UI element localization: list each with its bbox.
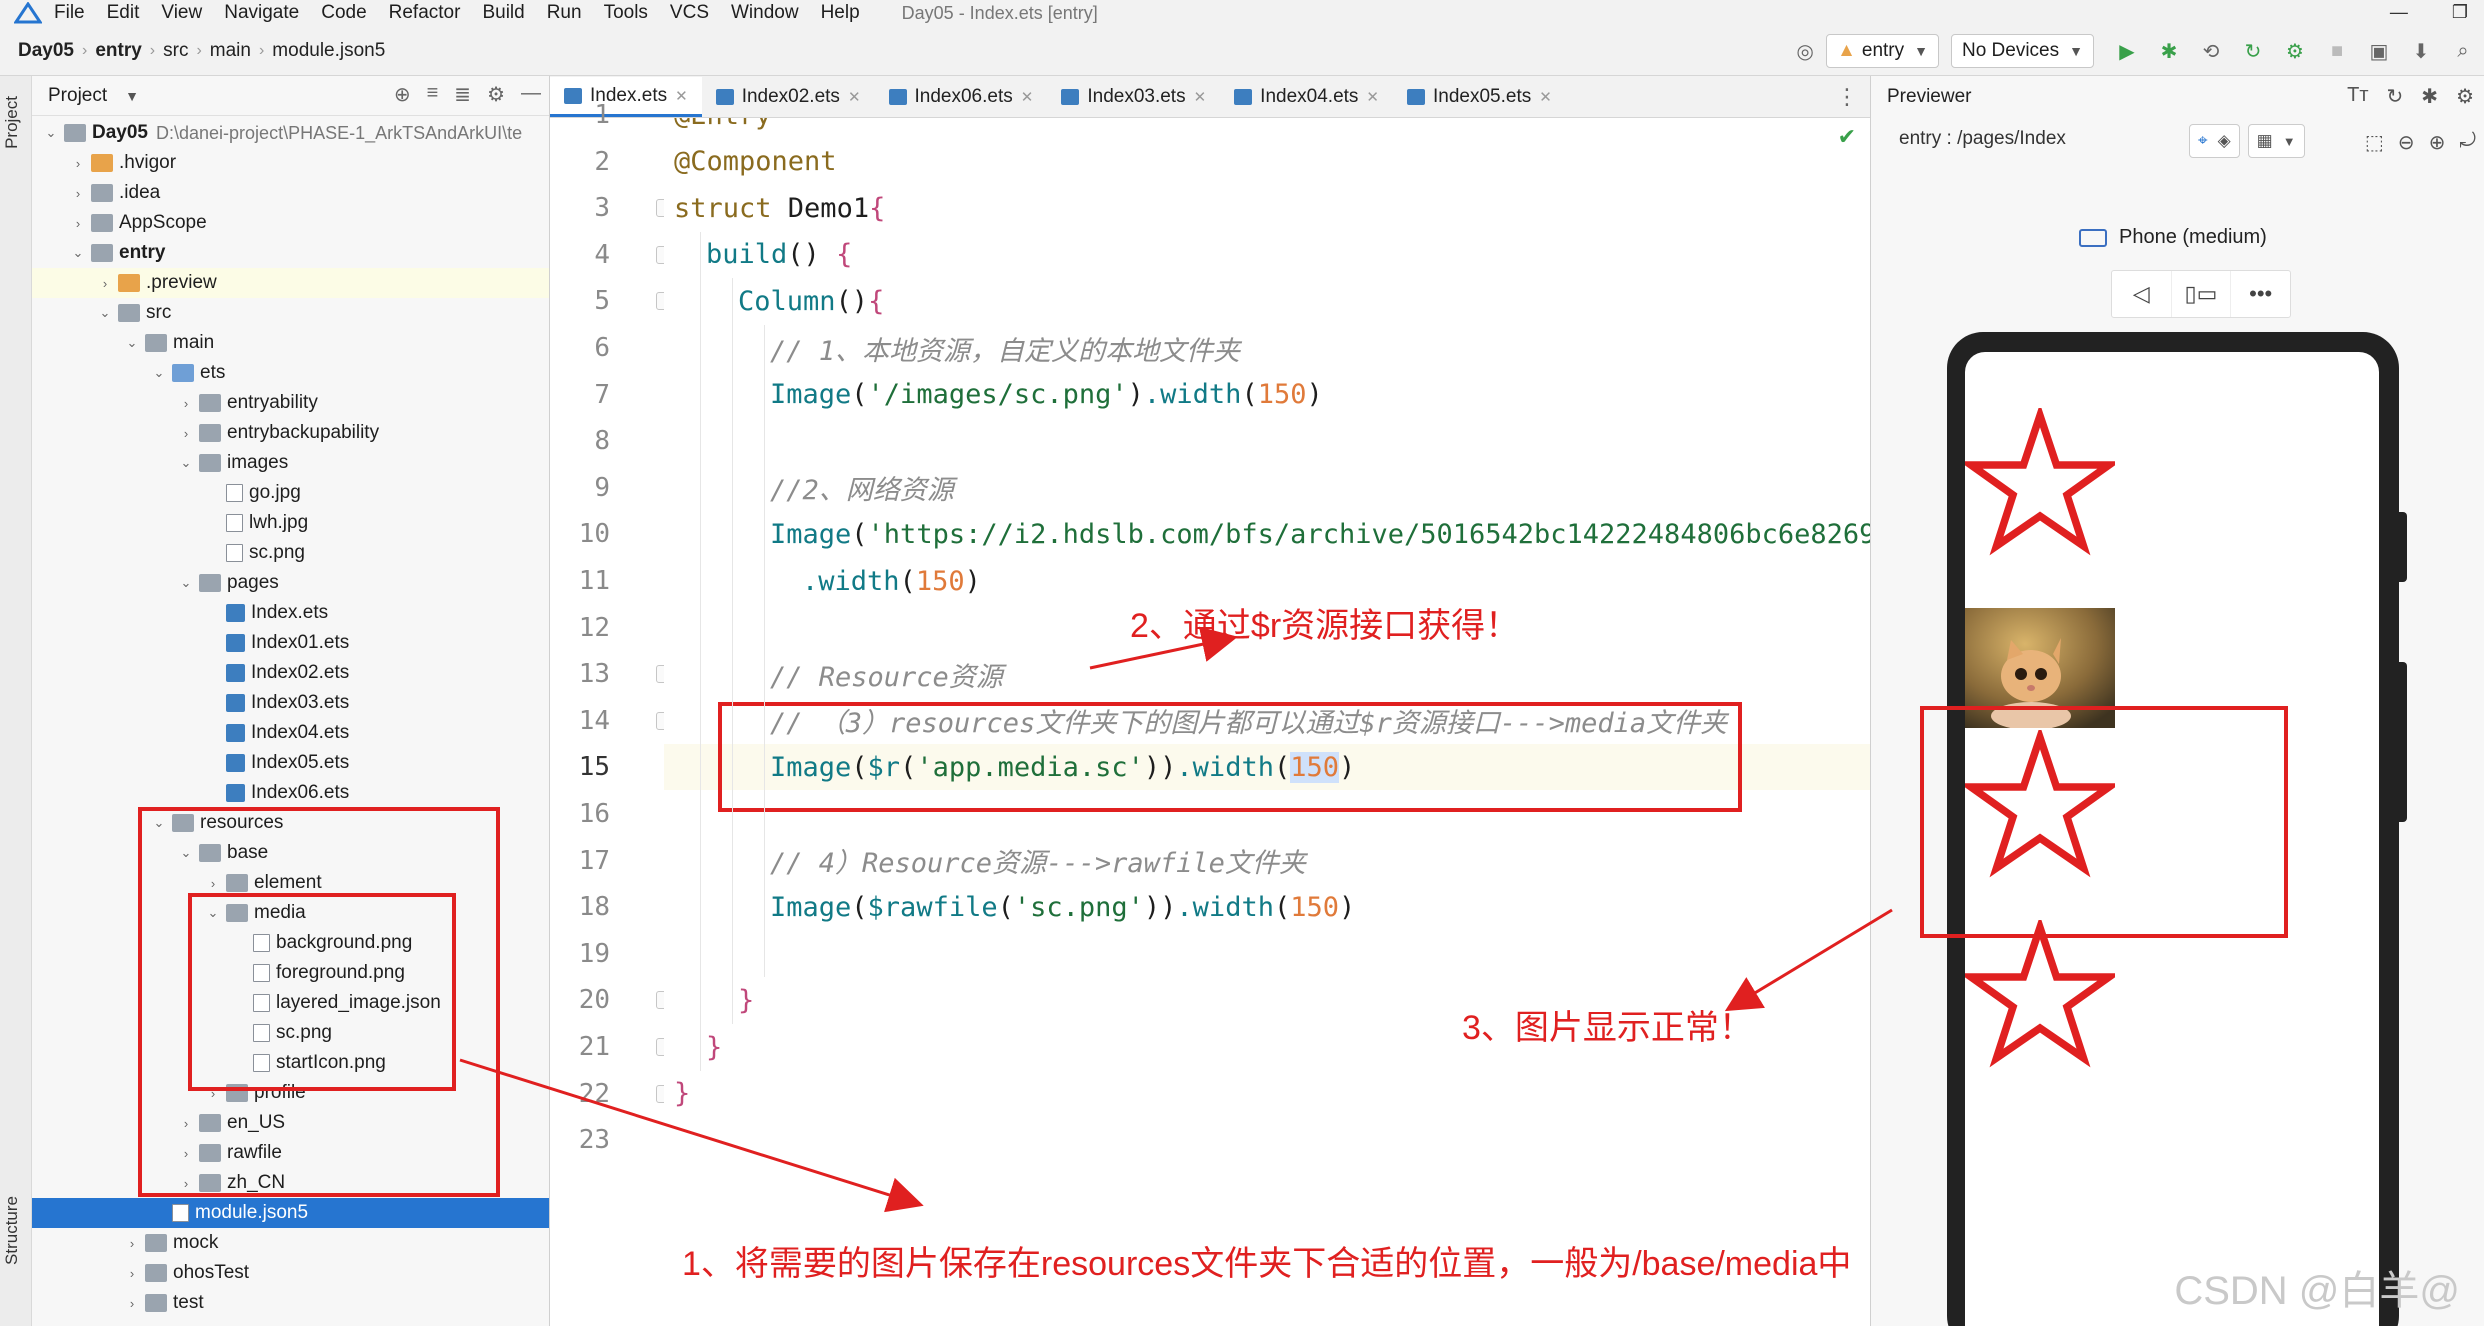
arrow-from-note-3 — [1724, 908, 1893, 1012]
indent-guide — [700, 231, 701, 1071]
indent-guide — [732, 278, 733, 1024]
arrow-from-note-2 — [1089, 626, 1238, 670]
watermark: CSDN @白羊@ — [2174, 1269, 2460, 1313]
indent-guide — [764, 325, 765, 978]
annotation-arrows — [459, 626, 1893, 1213]
arrow-to-note-1 — [459, 1058, 924, 1213]
